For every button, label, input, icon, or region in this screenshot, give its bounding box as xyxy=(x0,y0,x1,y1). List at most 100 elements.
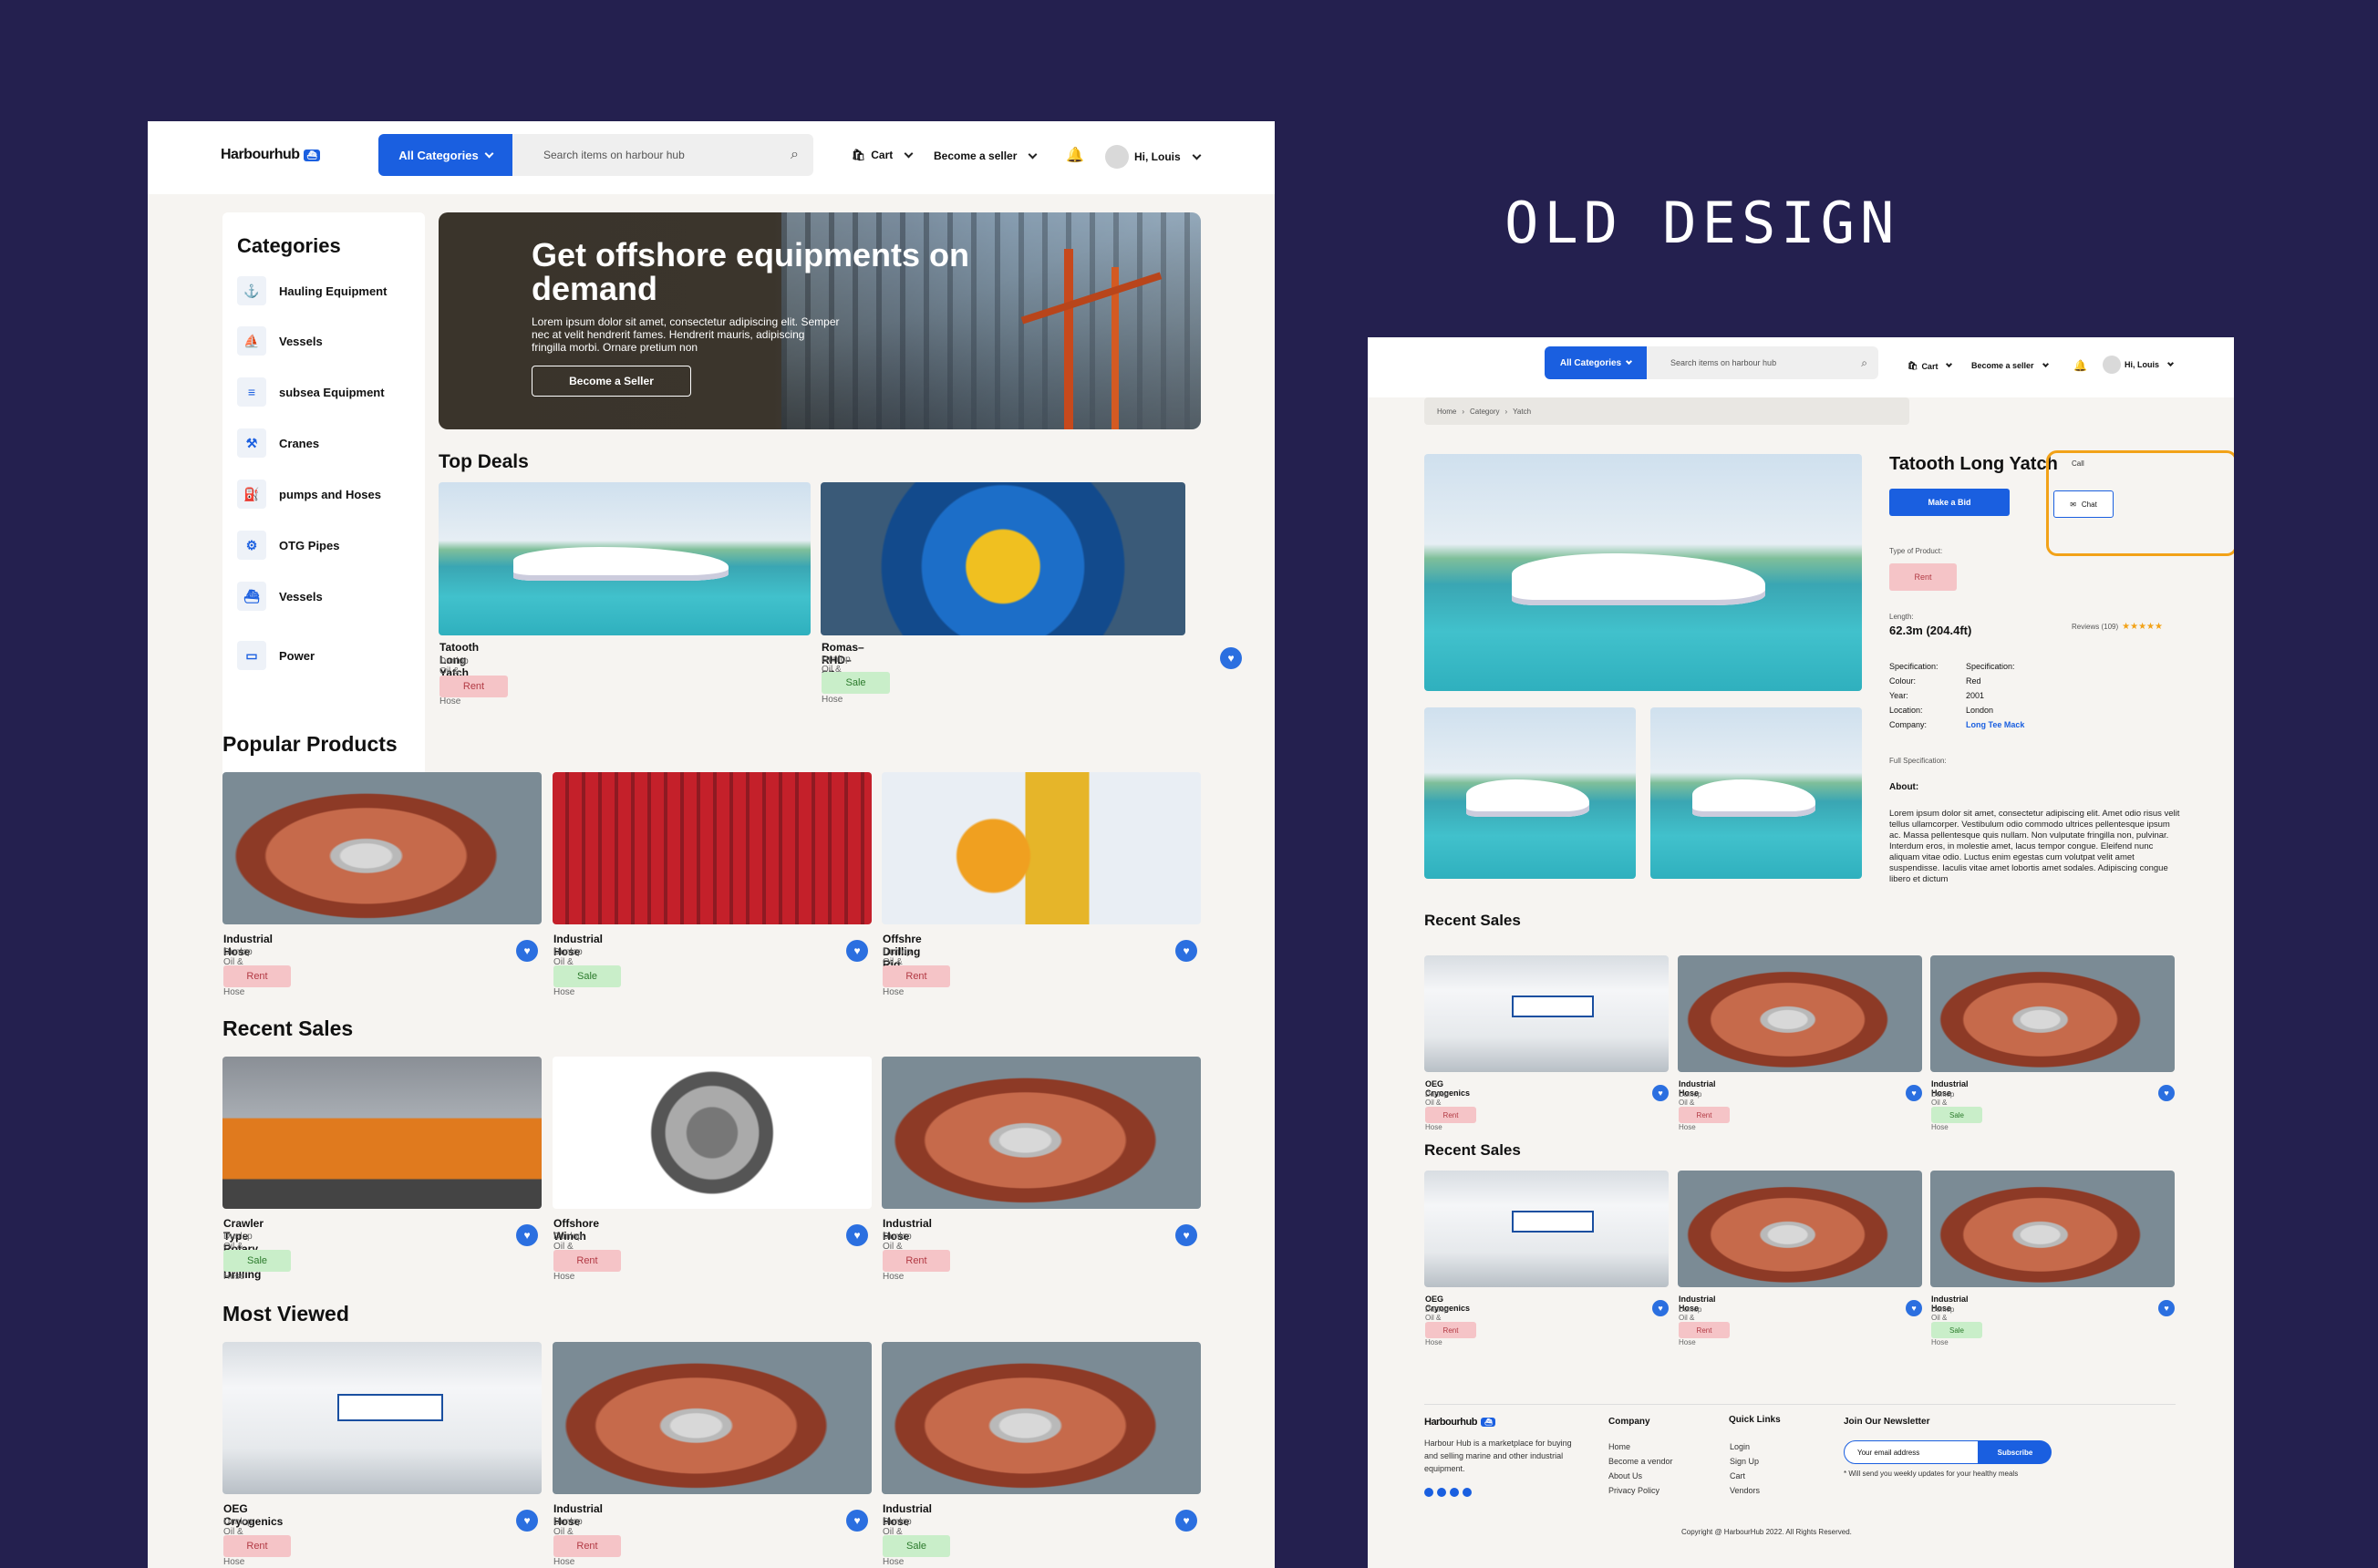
product-image[interactable] xyxy=(1678,1171,1922,1287)
product-image[interactable] xyxy=(882,1342,1201,1494)
category-item[interactable]: ▭ Power xyxy=(237,641,410,670)
footer-link[interactable]: About Us xyxy=(1608,1471,1642,1480)
rent-badge: Rent xyxy=(1889,563,1957,591)
product-image[interactable] xyxy=(1930,1171,2175,1287)
twitter-icon[interactable] xyxy=(1463,1488,1472,1497)
category-item[interactable]: ⚙ OTG Pipes xyxy=(237,531,410,560)
product-image[interactable] xyxy=(222,1057,542,1209)
hero-title: Get offshore equipments on demand xyxy=(532,236,970,307)
heart-icon[interactable]: ♥ xyxy=(1175,940,1197,962)
product-image[interactable] xyxy=(553,1342,872,1494)
search-input[interactable]: Search items on harbour hub ⌕ xyxy=(1647,346,1878,379)
bell-icon[interactable]: 🔔 xyxy=(2073,359,2087,372)
search-icon[interactable]: ⌕ xyxy=(791,147,799,163)
heart-icon[interactable]: ♥ xyxy=(2158,1085,2175,1101)
call-button[interactable]: Call xyxy=(2072,459,2084,468)
heart-icon[interactable]: ♥ xyxy=(1175,1510,1197,1532)
heart-icon[interactable]: ♥ xyxy=(2158,1300,2175,1316)
company-link[interactable]: Long Tee Mack xyxy=(1966,720,2024,729)
recent-sales-title: Recent Sales xyxy=(1424,1141,1521,1159)
chat-button[interactable]: ✉ Chat xyxy=(2053,490,2114,518)
heart-icon[interactable]: ♥ xyxy=(1652,1085,1669,1101)
category-item[interactable]: ⛽ pumps and Hoses xyxy=(237,480,410,509)
breadcrumb-category[interactable]: Category xyxy=(1470,407,1499,416)
reviews[interactable]: Reviews (109) ★★★★★ xyxy=(2072,622,2163,632)
heart-icon[interactable]: ♥ xyxy=(516,940,538,962)
footer-link[interactable]: Login xyxy=(1730,1442,1750,1451)
category-item[interactable]: ⛵ Vessels xyxy=(237,326,410,356)
heart-icon[interactable]: ♥ xyxy=(516,1510,538,1532)
chevron-down-icon xyxy=(1626,357,1633,365)
product-image[interactable] xyxy=(1930,955,2175,1072)
heart-icon[interactable]: ♥ xyxy=(1220,647,1242,669)
header: Harbourhub ⛴ All Categories Search items… xyxy=(148,121,1275,194)
cart-menu[interactable]: 🛍 Cart xyxy=(1908,360,1953,371)
old-design-label: OLD DESIGN xyxy=(1504,190,1900,256)
footer-link[interactable]: Privacy Policy xyxy=(1608,1486,1659,1495)
footer-link[interactable]: Sign Up xyxy=(1730,1457,1759,1466)
subscribe-button[interactable]: Subscribe xyxy=(1979,1440,2052,1464)
product-image[interactable] xyxy=(1424,955,1669,1072)
heart-icon[interactable]: ♥ xyxy=(1652,1300,1669,1316)
category-item[interactable]: ⛴ Vessels xyxy=(237,582,410,611)
main-product-image[interactable] xyxy=(1424,454,1862,691)
footer-link[interactable]: Become a vendor xyxy=(1608,1457,1673,1466)
length-value: 62.3m (204.4ft) xyxy=(1889,624,1972,637)
heart-icon[interactable]: ♥ xyxy=(846,1224,868,1246)
become-seller-button[interactable]: Become a Seller xyxy=(532,366,691,397)
logo[interactable]: Harbourhub ⛴ xyxy=(221,147,321,163)
search-input[interactable]: Search items on harbour hub ⌕ xyxy=(512,134,813,176)
all-categories-button[interactable]: All Categories xyxy=(1545,346,1647,379)
cart-label: Cart xyxy=(871,149,894,161)
heart-icon[interactable]: ♥ xyxy=(1906,1085,1922,1101)
spec-key: Company: xyxy=(1889,720,1928,729)
category-item[interactable]: ⚒ Cranes xyxy=(237,428,410,458)
product-image[interactable] xyxy=(222,772,542,924)
heart-icon[interactable]: ♥ xyxy=(1906,1300,1922,1316)
make-bid-button[interactable]: Make a Bid xyxy=(1889,489,2010,516)
user-menu[interactable]: Hi, Louis xyxy=(1105,145,1202,169)
instagram-icon[interactable] xyxy=(1437,1488,1446,1497)
product-image[interactable] xyxy=(1424,1171,1669,1287)
search-icon[interactable]: ⌕ xyxy=(1861,356,1867,370)
category-item[interactable]: ≡ subsea Equipment xyxy=(237,377,410,407)
whatsapp-icon[interactable] xyxy=(1450,1488,1459,1497)
thumbnail-image[interactable] xyxy=(1650,707,1862,879)
email-input[interactable]: Your email address xyxy=(1844,1440,1979,1464)
heart-icon[interactable]: ♥ xyxy=(846,940,868,962)
rent-badge: Rent xyxy=(1425,1322,1476,1338)
product-image[interactable] xyxy=(553,1057,872,1209)
product-image[interactable] xyxy=(882,772,1201,924)
thumbnail-image[interactable] xyxy=(1424,707,1636,879)
product-image[interactable] xyxy=(882,1057,1201,1209)
full-spec-label[interactable]: Full Specification: xyxy=(1889,757,1947,765)
footer-link[interactable]: Vendors xyxy=(1730,1486,1760,1495)
ship-icon: ⛴ xyxy=(1480,1418,1496,1427)
all-categories-button[interactable]: All Categories xyxy=(378,134,512,176)
newsletter-note: * Will send you weekly updates for your … xyxy=(1844,1470,2019,1478)
heart-icon[interactable]: ♥ xyxy=(1175,1224,1197,1246)
cart-menu[interactable]: 🛍 Cart xyxy=(852,149,914,161)
product-image[interactable] xyxy=(439,482,811,635)
product-image[interactable] xyxy=(222,1342,542,1494)
heart-icon[interactable]: ♥ xyxy=(846,1510,868,1532)
become-seller-menu[interactable]: Become a seller xyxy=(934,150,1038,162)
product-image[interactable] xyxy=(553,772,872,924)
category-item[interactable]: ⚓ Hauling Equipment xyxy=(237,276,410,305)
product-image[interactable] xyxy=(821,482,1185,635)
reviews-count: Reviews (109) xyxy=(2072,623,2119,631)
sale-badge: Sale xyxy=(1931,1322,1982,1338)
bell-icon[interactable]: 🔔 xyxy=(1066,146,1084,164)
chevron-down-icon xyxy=(2042,360,2049,367)
user-menu[interactable]: Hi, Louis xyxy=(2103,356,2175,374)
become-seller-menu[interactable]: Become a seller xyxy=(1971,360,2049,370)
product-image[interactable] xyxy=(1678,955,1922,1072)
footer-link[interactable]: Cart xyxy=(1730,1471,1745,1480)
breadcrumb-home[interactable]: Home xyxy=(1437,407,1456,416)
facebook-icon[interactable] xyxy=(1424,1488,1433,1497)
footer-link[interactable]: Home xyxy=(1608,1442,1630,1451)
sale-badge: Sale xyxy=(1931,1107,1982,1123)
heart-icon[interactable]: ♥ xyxy=(516,1224,538,1246)
logo-text: Harbourhub xyxy=(221,147,300,162)
footer-logo[interactable]: Harbourhub ⛴ xyxy=(1424,1417,1496,1428)
